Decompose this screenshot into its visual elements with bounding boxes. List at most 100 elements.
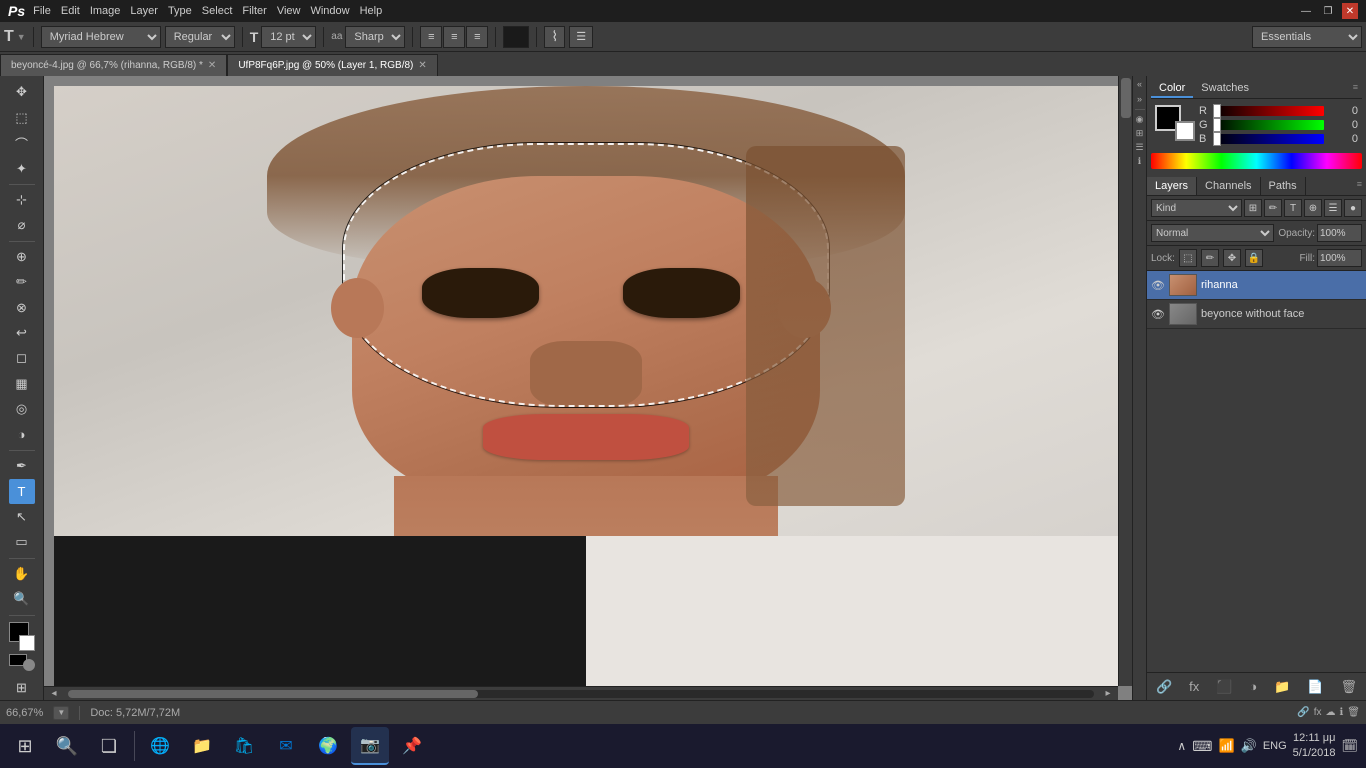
panel-icon-3[interactable]: ☰ <box>1135 142 1143 153</box>
eyedropper-tool-button[interactable]: ⌀ <box>9 213 35 237</box>
clone-tool-button[interactable]: ⊗ <box>9 295 35 319</box>
menu-type[interactable]: Type <box>168 5 192 17</box>
photoshop-taskbar-button[interactable]: 📷 <box>351 727 389 765</box>
tab-channels[interactable]: Channels <box>1197 177 1260 195</box>
mail-button[interactable]: ✉ <box>267 727 305 765</box>
color-panel-menu[interactable]: ≡ <box>1349 80 1362 98</box>
menu-help[interactable]: Help <box>360 5 383 17</box>
status-trash-icon[interactable]: 🗑 <box>1347 707 1360 718</box>
panel-icon-4[interactable]: ℹ <box>1138 156 1141 167</box>
menu-filter[interactable]: Filter <box>242 5 266 17</box>
restore-button[interactable]: ❐ <box>1320 3 1336 19</box>
layers-filter-icon-2[interactable]: ✏ <box>1264 199 1282 217</box>
edge-button[interactable]: 🌐 <box>141 727 179 765</box>
layer-link-button[interactable]: 🔗 <box>1153 679 1175 695</box>
marquee-tool-button[interactable]: ⬚ <box>9 105 35 129</box>
layers-filter-icon-4[interactable]: ⊕ <box>1304 199 1322 217</box>
scroll-left-button[interactable]: ◂ <box>44 687 64 701</box>
horizontal-scrollbar[interactable]: ◂ ▸ <box>44 686 1118 700</box>
blue-slider[interactable] <box>1213 132 1221 146</box>
type-tool-button[interactable]: T <box>9 479 35 503</box>
blue-bar-container[interactable] <box>1213 134 1324 144</box>
character-options-button[interactable]: ☰ <box>569 26 593 48</box>
menu-view[interactable]: View <box>277 5 301 17</box>
align-center-button[interactable]: ≡ <box>443 26 465 48</box>
status-cloud-icon[interactable]: ☁ <box>1325 707 1335 718</box>
search-button[interactable]: 🔍 <box>48 727 86 765</box>
layer-fx-button[interactable]: fx <box>1186 679 1202 694</box>
tab-swatches[interactable]: Swatches <box>1193 80 1257 98</box>
red-slider[interactable] <box>1213 104 1221 118</box>
taskbar-up-arrow[interactable]: ∧ <box>1177 739 1186 753</box>
rihanna-visibility-toggle[interactable]: 👁 <box>1151 278 1165 292</box>
screen-mode-button[interactable]: ⊞ <box>9 676 35 700</box>
background-color[interactable] <box>19 635 35 651</box>
file-explorer-button[interactable]: 📁 <box>183 727 221 765</box>
shape-tool-button[interactable]: ▭ <box>9 530 35 554</box>
blend-mode-select[interactable]: Normal <box>1151 224 1274 242</box>
lock-all-button[interactable]: 🔒 <box>1245 249 1263 267</box>
path-selection-button[interactable]: ↖ <box>9 505 35 529</box>
scroll-track[interactable] <box>68 690 1094 698</box>
hand-tool-button[interactable]: ✋ <box>9 562 35 586</box>
scroll-thumb[interactable] <box>68 690 478 698</box>
expand-panel-button[interactable]: » <box>1136 93 1143 105</box>
menu-layer[interactable]: Layer <box>130 5 158 17</box>
eraser-tool-button[interactable]: ◻ <box>9 346 35 370</box>
pen-tool-button[interactable]: ✒ <box>9 454 35 478</box>
layer-mask-button[interactable]: ⬛ <box>1213 679 1235 695</box>
close-button[interactable]: ✕ <box>1342 3 1358 19</box>
magic-wand-button[interactable]: ✦ <box>9 156 35 180</box>
color-spectrum-bar[interactable] <box>1151 153 1362 169</box>
new-group-button[interactable]: 📁 <box>1271 679 1293 695</box>
layers-filter-icon-1[interactable]: ⊞ <box>1244 199 1262 217</box>
start-button[interactable]: ⊞ <box>6 727 44 765</box>
menu-window[interactable]: Window <box>310 5 349 17</box>
font-family-item[interactable]: Myriad Hebrew <box>41 26 161 48</box>
delete-layer-button[interactable]: 🗑 <box>1337 679 1360 695</box>
workspace-select[interactable]: Essentials <box>1252 26 1362 48</box>
task-view-button[interactable]: ❏ <box>90 727 128 765</box>
tab-layers[interactable]: Layers <box>1147 177 1197 195</box>
menu-bar[interactable]: File Edit Image Layer Type Select Filter… <box>33 5 382 17</box>
brush-tool-button[interactable]: ✏ <box>9 270 35 294</box>
chrome-button[interactable]: 🌍 <box>309 727 347 765</box>
layer-adjustment-button[interactable]: ◑ <box>1246 679 1260 694</box>
green-slider[interactable] <box>1213 118 1221 132</box>
lock-position-button[interactable]: ✥ <box>1223 249 1241 267</box>
layer-beyonce[interactable]: 👁 beyonce without face <box>1147 300 1366 329</box>
taskbar-notification-icon[interactable]: 🗓 <box>1341 738 1358 754</box>
tab-beyonce[interactable]: beyoncé-4.jpg @ 66,7% (rihanna, RGB/8) *… <box>0 54 227 76</box>
collapse-panel-button[interactable]: « <box>1136 78 1143 90</box>
zoom-tool-button[interactable]: 🔍 <box>9 587 35 611</box>
status-info-icon[interactable]: ℹ <box>1339 707 1343 718</box>
tab-ufp8-close[interactable]: ✕ <box>418 60 426 71</box>
beyonce-visibility-toggle[interactable]: 👁 <box>1151 307 1165 321</box>
font-family-select[interactable]: Myriad Hebrew <box>41 26 161 48</box>
opacity-input[interactable] <box>1317 224 1362 242</box>
tab-beyonce-close[interactable]: ✕ <box>208 60 216 71</box>
status-fx-icon[interactable]: fx <box>1314 707 1322 718</box>
text-color-swatch[interactable] <box>503 26 529 48</box>
minimize-button[interactable]: — <box>1298 3 1314 19</box>
menu-select[interactable]: Select <box>202 5 233 17</box>
crop-tool-button[interactable]: ⊹ <box>9 188 35 212</box>
tab-color[interactable]: Color <box>1151 80 1193 98</box>
dodge-tool-button[interactable]: ◑ <box>9 423 35 447</box>
gradient-tool-button[interactable]: ▦ <box>9 372 35 396</box>
lasso-tool-button[interactable]: ⌒ <box>9 131 35 155</box>
new-layer-button[interactable]: 📄 <box>1304 679 1326 695</box>
menu-image[interactable]: Image <box>90 5 121 17</box>
history-brush-button[interactable]: ↩ <box>9 321 35 345</box>
scroll-right-button[interactable]: ▸ <box>1098 687 1118 701</box>
tab-paths[interactable]: Paths <box>1261 177 1306 195</box>
background-color-swatch[interactable] <box>1175 121 1195 141</box>
vertical-scrollbar[interactable] <box>1118 76 1132 686</box>
warp-text-button[interactable]: ⌇ <box>544 26 565 48</box>
color-picker[interactable] <box>7 622 37 650</box>
align-right-button[interactable]: ≡ <box>466 26 488 48</box>
layers-panel-menu[interactable]: ≡ <box>1353 177 1366 195</box>
layers-kind-select[interactable]: Kind <box>1151 199 1242 217</box>
move-tool-button[interactable]: ✥ <box>9 80 35 104</box>
font-size-select[interactable]: 12 pt <box>261 26 316 48</box>
